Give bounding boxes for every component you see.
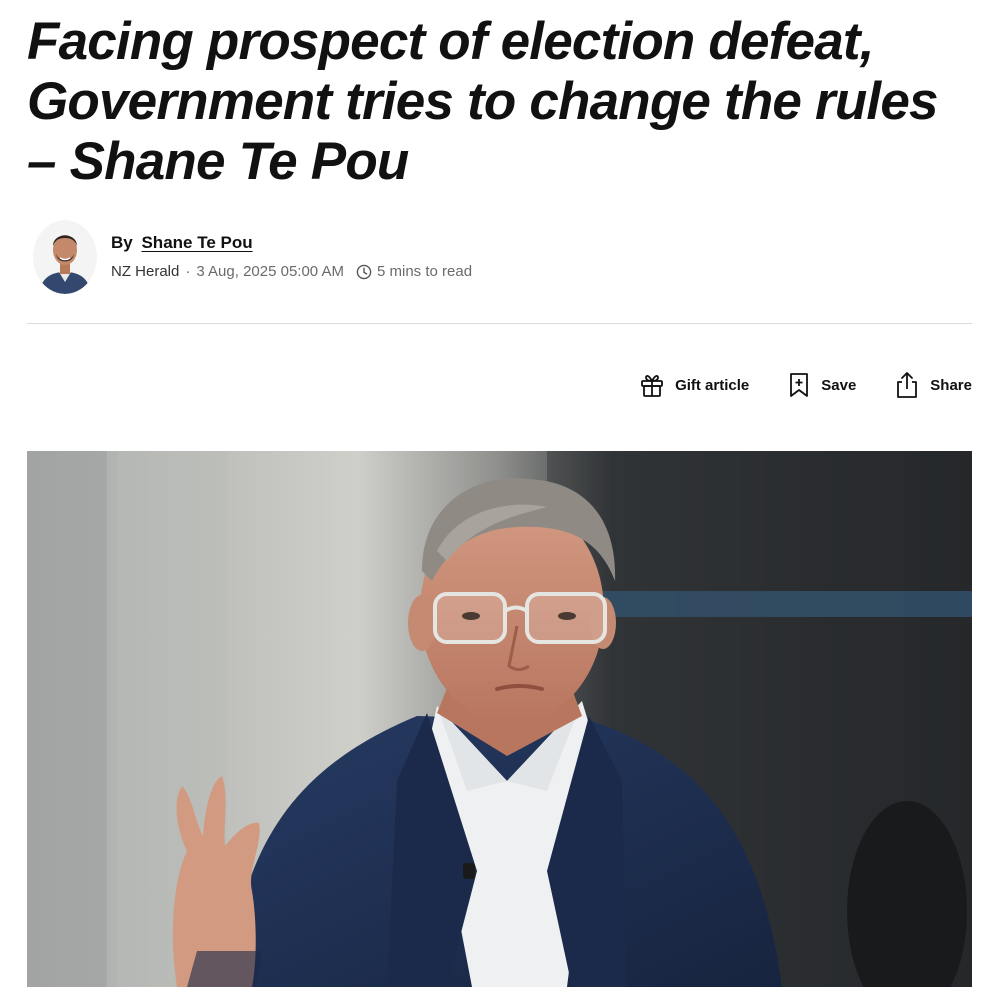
article-meta: NZ Herald · 3 Aug, 2025 05:00 AM 5 mins … xyxy=(111,262,472,282)
bookmark-plus-icon xyxy=(787,372,811,398)
author-avatar[interactable] xyxy=(33,220,97,294)
author-row: By Shane Te Pou NZ Herald · 3 Aug, 2025 … xyxy=(27,218,972,298)
share-icon xyxy=(894,371,920,399)
gift-article-button[interactable]: Gift article xyxy=(639,372,749,398)
byline-prefix: By xyxy=(111,233,133,252)
header-divider xyxy=(27,323,972,324)
hero-photo xyxy=(27,451,972,987)
publish-date: 3 Aug, 2025 05:00 AM xyxy=(196,263,344,280)
gift-icon xyxy=(639,372,665,398)
gift-article-label: Gift article xyxy=(675,376,750,394)
share-label: Share xyxy=(930,376,972,394)
byline: By Shane Te Pou xyxy=(111,232,253,254)
save-button[interactable]: Save xyxy=(787,372,856,398)
save-label: Save xyxy=(821,376,857,394)
meta-separator: · xyxy=(185,263,191,280)
clock-icon xyxy=(356,264,372,280)
article-headline: Facing prospect of election defeat, Gove… xyxy=(27,12,939,191)
read-time: 5 mins to read xyxy=(376,263,473,280)
hero-image xyxy=(27,451,972,987)
author-link[interactable]: Shane Te Pou xyxy=(141,233,252,252)
article-actions: Gift article Save Share xyxy=(601,367,972,403)
author-avatar-image xyxy=(33,220,97,294)
publication-name: NZ Herald xyxy=(111,263,180,280)
share-button[interactable]: Share xyxy=(894,371,972,399)
